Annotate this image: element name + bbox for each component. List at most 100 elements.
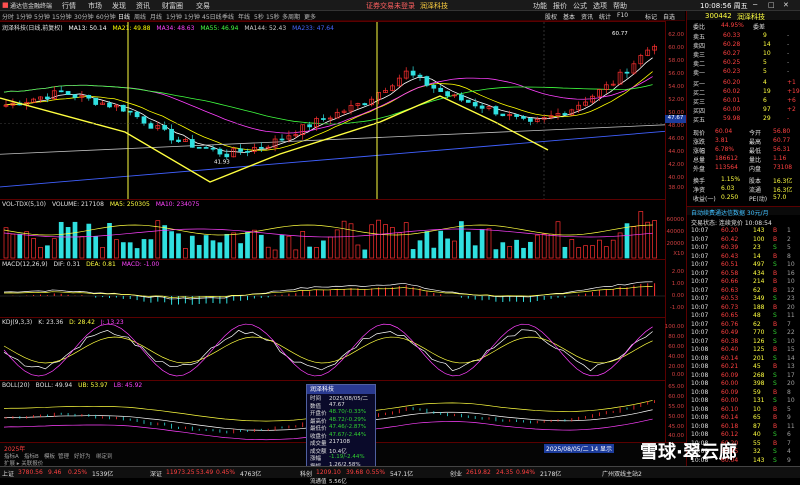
tick-volume: 48 [753,312,761,319]
tool-basic[interactable]: 基本 [563,12,575,21]
index-change: 24.35 [496,469,514,476]
bid-row: 买二 60.02 19 +19 [687,87,800,97]
bid-change: - [787,115,790,122]
candlestick-chart[interactable]: 60.77 41.93 [0,22,665,200]
tick-volume: 62 [753,320,761,328]
tick-time: 10:07 [691,227,709,234]
tick-volume: 125 [753,346,765,353]
tick-price: 60.58 [721,269,739,277]
menu-formula[interactable]: 公式 [573,1,587,11]
volume-bar [252,229,257,259]
ask-row: 卖四 60.28 14- [687,40,800,50]
tick-price: 60.40 [721,346,739,353]
volume-bar [603,246,609,259]
kdj-chart[interactable] [0,318,665,381]
menu-item-news[interactable]: 资讯 [136,1,150,11]
candle-body [431,84,437,89]
bid-row: 买五 59.98 29 - [687,114,800,124]
close-icon[interactable]: ✕ [783,1,789,9]
kdj-axis-label: 0.00 [671,372,684,378]
menu-help[interactable]: 帮助 [613,1,627,11]
tick-time: 10:07 [691,244,709,251]
tick-side: B [773,227,778,234]
tick-count: 9 [787,414,791,421]
popup-row: 收盘价 47.67/-2.44% [307,432,375,440]
tick-side: B [773,405,778,413]
ask-price: 60.25 [723,59,741,66]
stat-value: 113564 [715,164,738,171]
volume-bar [93,236,99,259]
menu-item-discover[interactable]: 发现 [112,1,126,11]
tick-volume: 143 [753,227,765,234]
stat-row: 现价 60.04 今开 56.80 [687,127,800,137]
bottom-tab[interactable]: 管理 [58,452,69,460]
volume-bar [341,220,347,259]
volume-panel[interactable]: VOL-TDX(5,10) VOLUME: 217108 MA5: 250305… [0,199,665,259]
tick-price: 60.09 [721,371,739,379]
ask-label: 卖一 [693,70,706,77]
tick-volume: 45 [753,363,761,370]
popup-row: 成交额 10.4亿 [307,447,375,455]
bid-price: 60.01 [723,97,741,104]
volume-bar [617,232,623,259]
tick-count: 6 [787,431,791,438]
tick-price: 60.00 [721,397,739,404]
tick-side: S [773,312,777,319]
volume-bar [562,246,568,259]
boll-axis-label: 65.00 [668,384,684,390]
tick-side: S [773,244,777,251]
tool-mark[interactable]: 标记 [645,12,657,21]
tool-f10[interactable]: F10 [617,12,628,19]
menu-item-wealth[interactable]: 财富圈 [162,1,183,11]
volume-bar [569,239,575,259]
candle-body [410,70,416,76]
menu-item-trade[interactable]: 交易 [196,1,210,11]
menu-quote[interactable]: 报价 [553,1,567,11]
stat-value: 57.0 [773,194,787,201]
login-status[interactable]: 证券交易未登录 [366,1,415,11]
ask-row: 卖五 60.33 9- [687,31,800,41]
menu-item-market[interactable]: 市场 [88,1,102,11]
auto-renew-text[interactable]: 自动续费通达信数据 30元/月 [691,208,769,217]
tool-stats[interactable]: 统计 [599,12,611,21]
macd-panel[interactable]: MACD(12,26,9) DIF: 0.31 DEA: 0.81 MACD: … [0,259,665,317]
tick-time: 10:08 [691,414,709,421]
ask-volume: 10 [763,50,771,57]
menu-item-quotes[interactable]: 行情 [62,1,76,11]
candle-body [134,111,140,118]
tick-count: 8 [787,252,791,260]
menu-function[interactable]: 功能 [533,1,547,11]
auto-renew-banner[interactable]: 自动续费通达信数据 30元/月 [687,206,800,217]
candlestick-panel[interactable]: 润泽科技(日线,前复权) MA13: 50.14 MA21: 49.88 MA3… [0,21,665,200]
candle-body [445,91,450,97]
tick-side: B [773,320,778,328]
tick-volume: 126 [753,337,765,345]
volume-chart[interactable] [0,200,665,260]
volume-bar [38,247,43,259]
tick-side: S [773,456,777,464]
tool-info[interactable]: 资讯 [581,12,593,21]
volume-bar [624,223,630,259]
maximize-icon[interactable]: □ [768,1,775,9]
bottom-tab[interactable]: 绑定到 [96,452,113,460]
bottom-tab[interactable]: 模板 [44,452,55,460]
kdj-panel[interactable]: KDJ(9,3,3) K: 23.36 D: 28.42 J: 13.23 [0,317,665,380]
tick-time: 10:08 [691,405,709,413]
kdj-axis-label: 60.00 [668,344,684,350]
tool-equity[interactable]: 股权 [545,12,557,21]
macd-chart[interactable] [0,260,665,318]
minimize-icon[interactable]: ─ [753,1,757,9]
tick-count: 5 [787,244,791,251]
bottom-tab[interactable]: 好好为 [74,452,91,460]
volume-bar [521,247,526,259]
ask-row: 卖一 60.23 5 - [687,67,800,77]
tool-favorites[interactable]: 自选 [663,12,675,21]
macd-axis-label: 2.00 [671,269,684,275]
volume-bar [258,234,264,259]
tick-count: 11 [787,422,795,430]
popup-row: 数值 47.67 [307,402,375,410]
bid-price: 60.02 [723,88,741,95]
volume-bar [272,249,278,259]
menu-options[interactable]: 选项 [593,1,607,11]
boll-axis-label: 50.00 [668,414,684,420]
